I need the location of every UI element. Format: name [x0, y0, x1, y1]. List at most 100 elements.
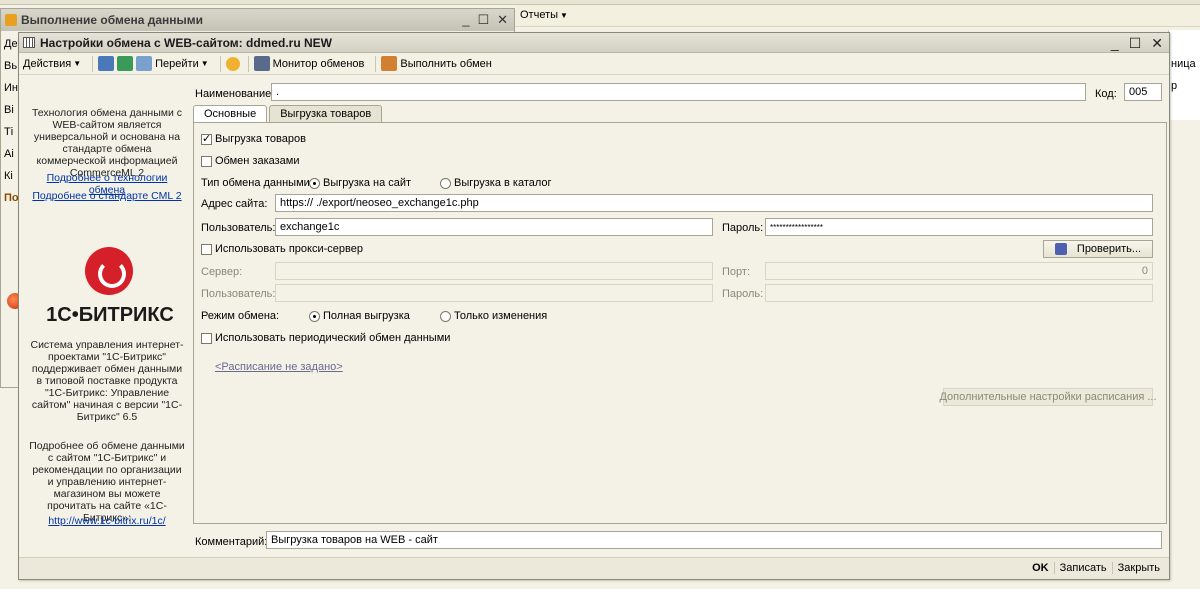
- link-bitrix-site[interactable]: http://www.1c-bitrix.ru/1c/: [28, 515, 186, 527]
- left-item: Де: [4, 38, 18, 50]
- close-icon[interactable]: ✕: [497, 12, 508, 28]
- radio-icon: [440, 310, 451, 322]
- radio-selected-icon: [309, 177, 320, 189]
- dialog-form-icon: [23, 37, 35, 48]
- tab-body: Выгрузка товаров Обмен заказами Тип обме…: [193, 122, 1167, 524]
- reports-menu[interactable]: Отчеты ▼: [520, 9, 568, 21]
- bitrix-logo-text: 1С•БИТРИКС: [46, 304, 174, 326]
- exchange-window-titlebar[interactable]: Выполнение обмена данными: [1, 9, 514, 31]
- exchange-type-label: Тип обмена данными:: [201, 177, 313, 189]
- comment-input[interactable]: Выгрузка товаров на WEB - сайт: [266, 531, 1162, 549]
- port-label: Порт:: [722, 266, 750, 278]
- toolbar-separator: [92, 55, 94, 72]
- site-address-label: Адрес сайта:: [201, 198, 268, 210]
- dialog-actions: OK Записать Закрыть: [1027, 562, 1165, 574]
- password-label: Пароль:: [722, 222, 764, 234]
- user-input[interactable]: exchange1c: [275, 218, 713, 236]
- dialog-toolbar: Действия ▼ Перейти ▼ Монитор обменов Выпол…: [19, 53, 1169, 75]
- goto-menu[interactable]: Перейти ▼: [155, 58, 209, 70]
- server-label: Сервер:: [201, 266, 243, 278]
- exchange-mode-label: Режим обмена:: [201, 310, 280, 322]
- chk-periodic-exchange[interactable]: Использовать периодический обмен данными: [201, 332, 450, 344]
- minimize-icon[interactable]: _: [1111, 35, 1119, 52]
- link-cml-standard[interactable]: Подробнее о стандарте CML 2: [28, 190, 186, 202]
- left-item: Кі: [4, 170, 13, 182]
- radio-to-site[interactable]: Выгрузка на сайт: [309, 177, 411, 189]
- save-close-icon[interactable]: [117, 56, 134, 71]
- monitor-icon: [253, 56, 270, 71]
- radio-changes-only[interactable]: Только изменения: [440, 310, 547, 322]
- info-text-bitrix: Система управления интернет-проектами "1…: [30, 339, 184, 423]
- checkbox-icon: [201, 155, 212, 167]
- chk-use-proxy[interactable]: Использовать прокси-сервер: [201, 243, 363, 255]
- info-panel: Технология обмена данными с WEB-сайтом я…: [20, 77, 190, 555]
- chk-exchange-orders[interactable]: Обмен заказами: [201, 155, 300, 167]
- exchange-window-controls: _ ☐ ✕: [462, 12, 508, 28]
- bg-right-panel: ница р: [1168, 30, 1200, 120]
- checkbox-icon: [201, 332, 212, 344]
- save-icon[interactable]: [98, 56, 115, 71]
- dialog-controls: _ ☐ ✕: [1111, 35, 1163, 52]
- tab-bar: Основные Выгрузка товаров: [193, 105, 384, 124]
- left-item: Ин: [4, 82, 18, 94]
- server-input[interactable]: [275, 262, 713, 280]
- dialog-bottom-bar: OK Записать Закрыть: [19, 557, 1169, 579]
- proxy-password-label: Пароль:: [722, 288, 764, 300]
- proxy-user-label: Пользователь:: [201, 288, 276, 300]
- code-input[interactable]: 005: [1124, 83, 1162, 101]
- help-icon[interactable]: [225, 56, 240, 71]
- monitor-button[interactable]: Монитор обменов: [253, 56, 364, 71]
- tab-export-goods[interactable]: Выгрузка товаров: [269, 105, 383, 123]
- close-button[interactable]: Закрыть: [1111, 562, 1165, 574]
- ok-button[interactable]: OK: [1027, 562, 1054, 574]
- exchange-window-title: Выполнение обмена данными: [21, 13, 204, 27]
- left-item: Аі: [4, 148, 14, 160]
- radio-to-catalog[interactable]: Выгрузка в каталог: [440, 177, 552, 189]
- code-label: Код:: [1095, 88, 1117, 100]
- info-text-technology: Технология обмена данными с WEB-сайтом я…: [31, 107, 183, 179]
- schedule-link[interactable]: <Расписание не задано>: [215, 361, 343, 373]
- radio-selected-icon: [309, 310, 320, 322]
- comment-label: Комментарий:: [195, 536, 268, 548]
- toolbar-separator: [247, 55, 249, 72]
- radio-icon: [440, 177, 451, 189]
- user-label: Пользователь:: [201, 222, 276, 234]
- toolbar-separator: [219, 55, 221, 72]
- port-input[interactable]: 0: [765, 262, 1153, 280]
- execute-exchange-button[interactable]: Выполнить обмен: [381, 56, 492, 71]
- name-label: Наименование:: [195, 88, 275, 100]
- proxy-user-input[interactable]: [275, 284, 713, 302]
- radio-full-export[interactable]: Полная выгрузка: [309, 310, 410, 322]
- bitrix-logo-icon: [85, 247, 133, 295]
- name-input[interactable]: .: [271, 83, 1086, 101]
- left-item: Вь: [4, 60, 18, 72]
- left-item: Ті: [4, 126, 14, 138]
- bg-right-text-1: ница: [1171, 58, 1196, 70]
- save-button[interactable]: Записать: [1053, 562, 1112, 574]
- site-address-input[interactable]: https:// ./export/neoseo_exchange1c.php: [275, 194, 1153, 212]
- bg-right-text-2: р: [1171, 80, 1178, 92]
- proxy-password-input[interactable]: [765, 284, 1153, 302]
- check-list-icon: [1054, 243, 1067, 255]
- left-item: По: [4, 192, 19, 204]
- checkbox-icon: [201, 243, 212, 255]
- close-icon[interactable]: ✕: [1151, 35, 1163, 52]
- maximize-icon[interactable]: ☐: [1129, 35, 1142, 52]
- dialog-title: Настройки обмена с WEB-сайтом: ddmed.ru …: [40, 35, 333, 50]
- toolbar-separator: [375, 55, 377, 72]
- refresh-icon[interactable]: [136, 56, 153, 71]
- checkbox-checked-icon: [201, 132, 212, 145]
- actions-menu[interactable]: Действия ▼: [23, 58, 81, 70]
- dialog-titlebar[interactable]: Настройки обмена с WEB-сайтом: ddmed.ru …: [19, 33, 1169, 53]
- exchange-window-left-items: Де Вь Ин Ві Ті Аі Кі По: [4, 37, 19, 213]
- chk-export-goods[interactable]: Выгрузка товаров: [201, 132, 306, 145]
- settings-dialog: Настройки обмена с WEB-сайтом: ddmed.ru …: [18, 32, 1170, 580]
- minimize-icon[interactable]: _: [462, 12, 469, 28]
- check-button[interactable]: Проверить...: [1043, 240, 1153, 258]
- extra-schedule-button[interactable]: Дополнительные настройки расписания ...: [939, 388, 1157, 406]
- maximize-icon[interactable]: ☐: [477, 12, 489, 28]
- password-input[interactable]: *****************: [765, 218, 1153, 236]
- bg-toolbar: Отчеты ▼: [515, 5, 1200, 27]
- window-app-icon: [5, 14, 17, 26]
- left-item: Ві: [4, 104, 14, 116]
